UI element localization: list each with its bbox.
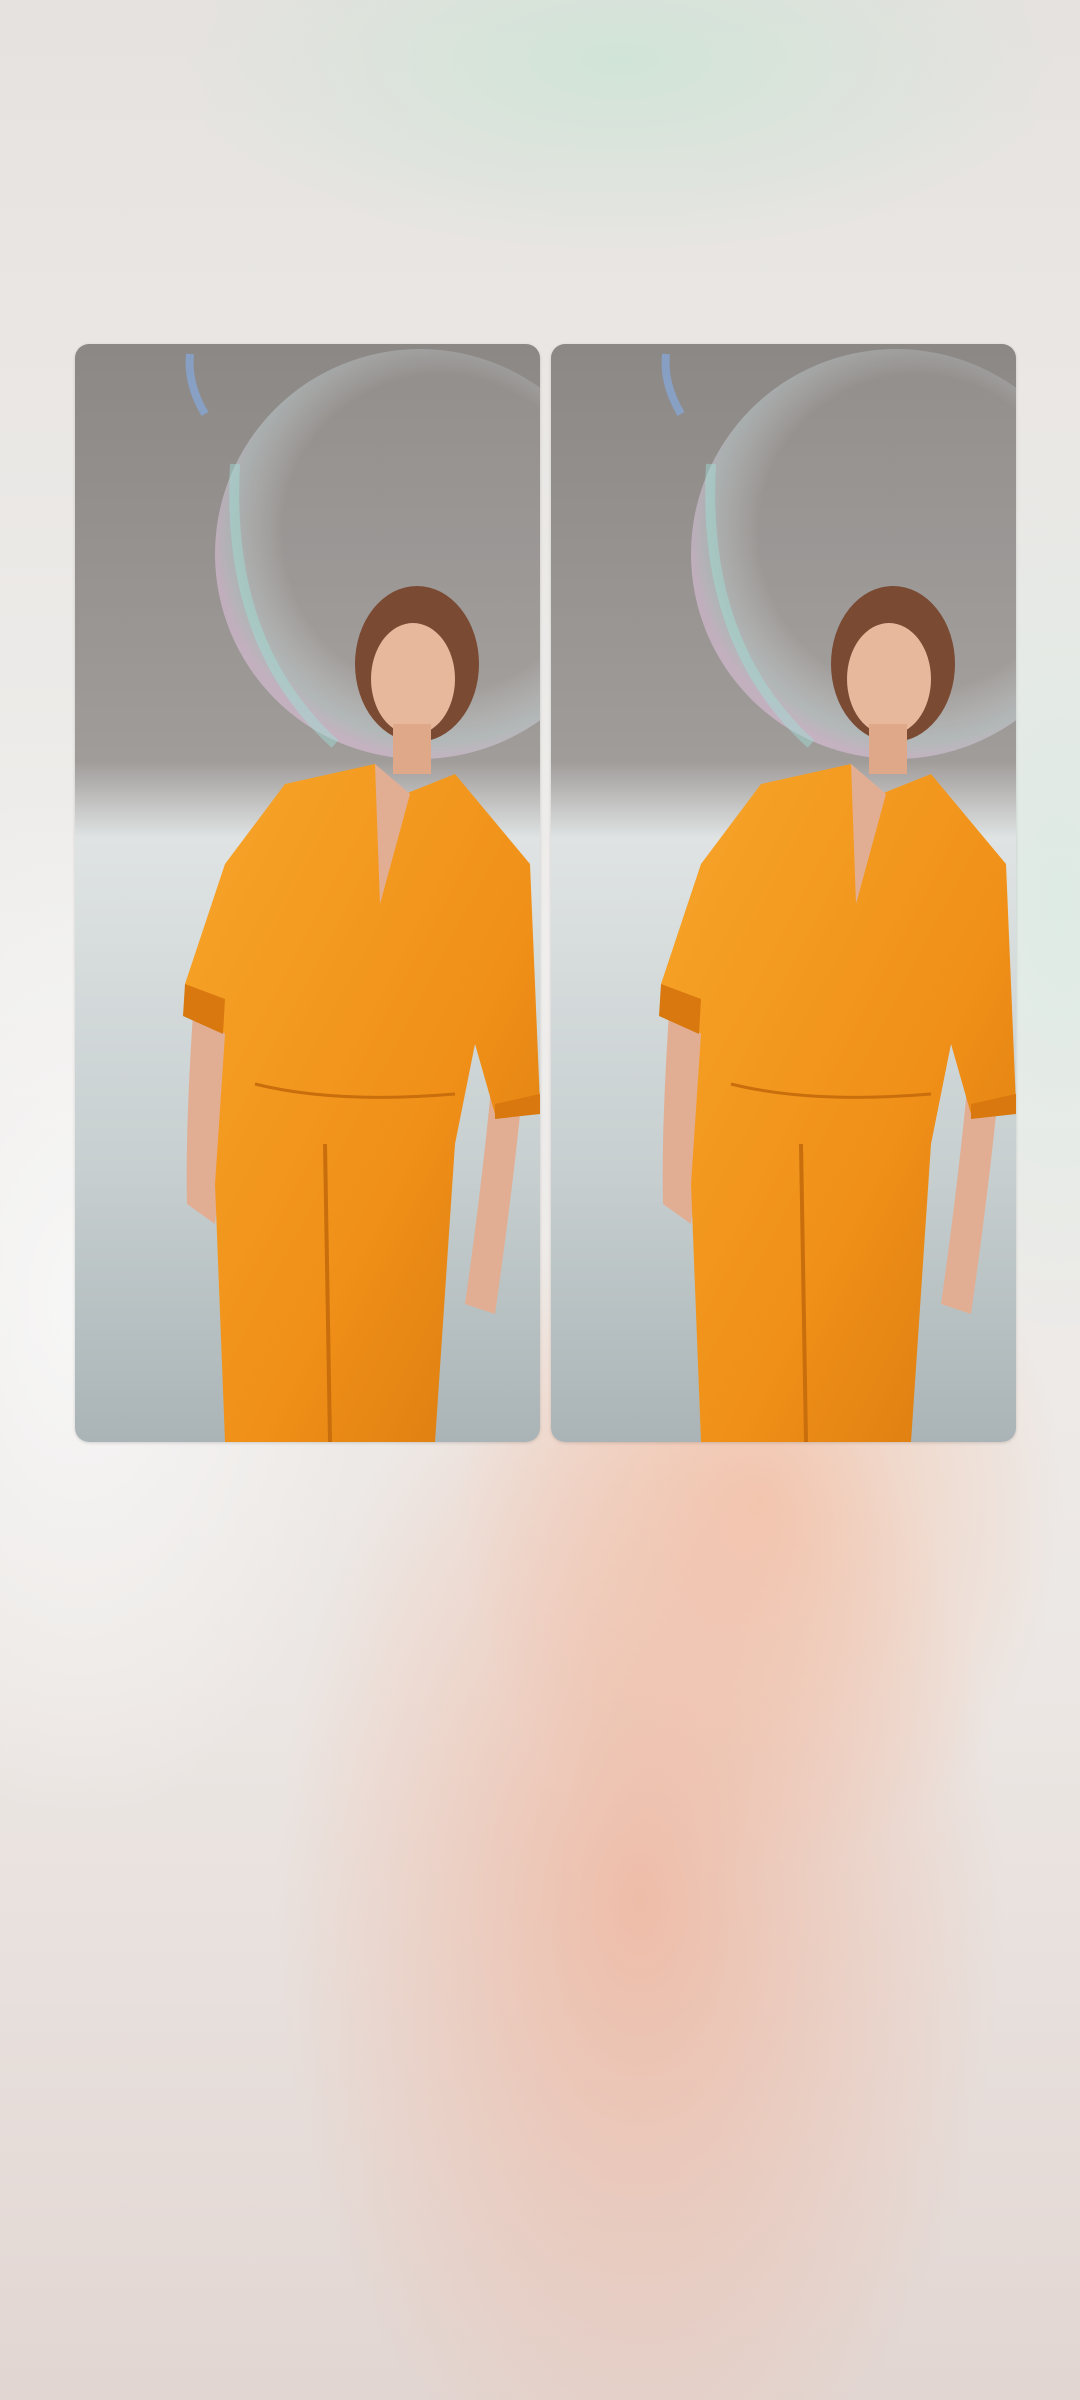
photo-left: [75, 344, 540, 1442]
preview-image-right[interactable]: [551, 344, 1016, 1442]
photo-right: [551, 344, 1016, 1442]
image-comparison-row: [75, 344, 1016, 1442]
preview-image-left[interactable]: [75, 344, 540, 1442]
